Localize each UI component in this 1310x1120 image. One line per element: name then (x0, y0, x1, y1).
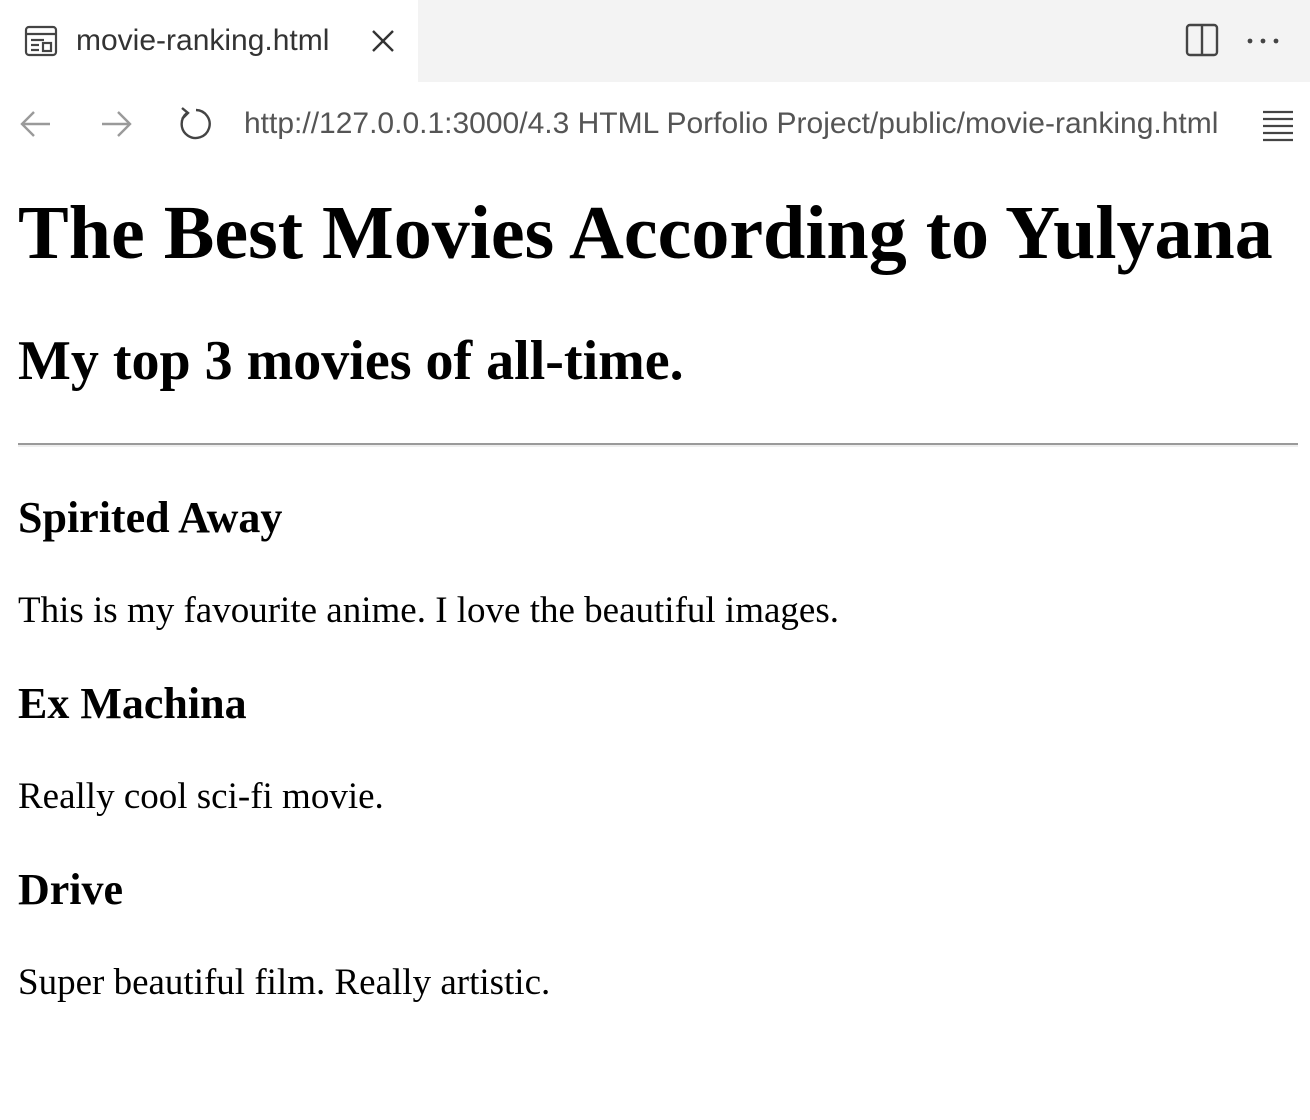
back-arrow-icon[interactable] (16, 104, 56, 144)
tab-title: movie-ranking.html (76, 24, 330, 57)
url-field[interactable]: http://127.0.0.1:3000/4.3 HTML Porfolio … (244, 102, 1232, 146)
forward-arrow-icon[interactable] (96, 104, 136, 144)
close-icon[interactable] (368, 26, 398, 56)
page-subtitle: My top 3 movies of all-time. (18, 330, 684, 392)
navigation-bar: http://127.0.0.1:3000/4.3 HTML Porfolio … (0, 82, 1310, 164)
movie-title-spirited-away: Spirited Away (18, 493, 283, 542)
horizontal-rule (18, 443, 1298, 447)
movie-title-ex-machina: Ex Machina (18, 679, 247, 728)
editor-tab[interactable]: movie-ranking.html (0, 0, 418, 82)
movie-description-ex-machina: Really cool sci-fi movie. (18, 776, 384, 817)
tab-bar: movie-ranking.html (0, 0, 1310, 82)
page-title: The Best Movies According to Yulyana (18, 191, 1273, 275)
split-editor-icon[interactable] (1184, 22, 1220, 58)
movie-description-drive: Super beautiful film. Really artistic. (18, 962, 551, 1003)
reload-icon[interactable] (174, 104, 214, 144)
movie-description-spirited-away: This is my favourite anime. I love the b… (18, 590, 839, 631)
movie-title-drive: Drive (18, 865, 124, 914)
page-preview-icon (24, 24, 58, 58)
menu-icon[interactable] (1260, 106, 1296, 142)
more-actions-icon[interactable] (1244, 22, 1284, 58)
